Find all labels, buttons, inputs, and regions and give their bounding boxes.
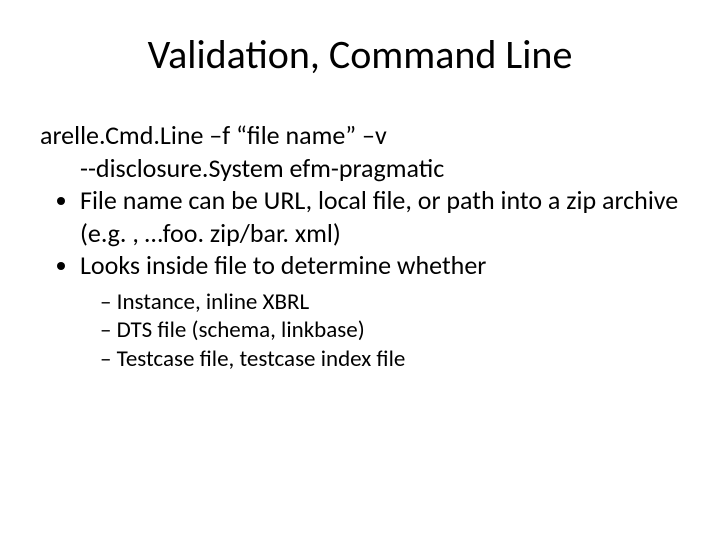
bullet-item: File name can be URL, local file, or pat… xyxy=(80,184,680,249)
sub-bullet-list: Instance, inline XBRL DTS file (schema, … xyxy=(100,288,680,374)
command-line-2: --disclosure.System efm-pragmatic xyxy=(80,152,680,185)
slide-body: arelle.Cmd.Line –f “file name” –v --disc… xyxy=(40,119,680,374)
sub-bullet-item: Instance, inline XBRL xyxy=(100,288,680,317)
slide-title: Validation, Command Line xyxy=(40,30,680,79)
sub-bullet-item: Testcase file, testcase index file xyxy=(100,345,680,374)
slide: Validation, Command Line arelle.Cmd.Line… xyxy=(0,0,720,540)
bullet-item-text: Looks inside file to determine whether xyxy=(80,249,486,281)
bullet-list: File name can be URL, local file, or pat… xyxy=(48,184,680,374)
bullet-item: Looks inside file to determine whether I… xyxy=(80,249,680,374)
command-line-1: arelle.Cmd.Line –f “file name” –v xyxy=(40,119,680,152)
sub-bullet-item: DTS file (schema, linkbase) xyxy=(100,316,680,345)
